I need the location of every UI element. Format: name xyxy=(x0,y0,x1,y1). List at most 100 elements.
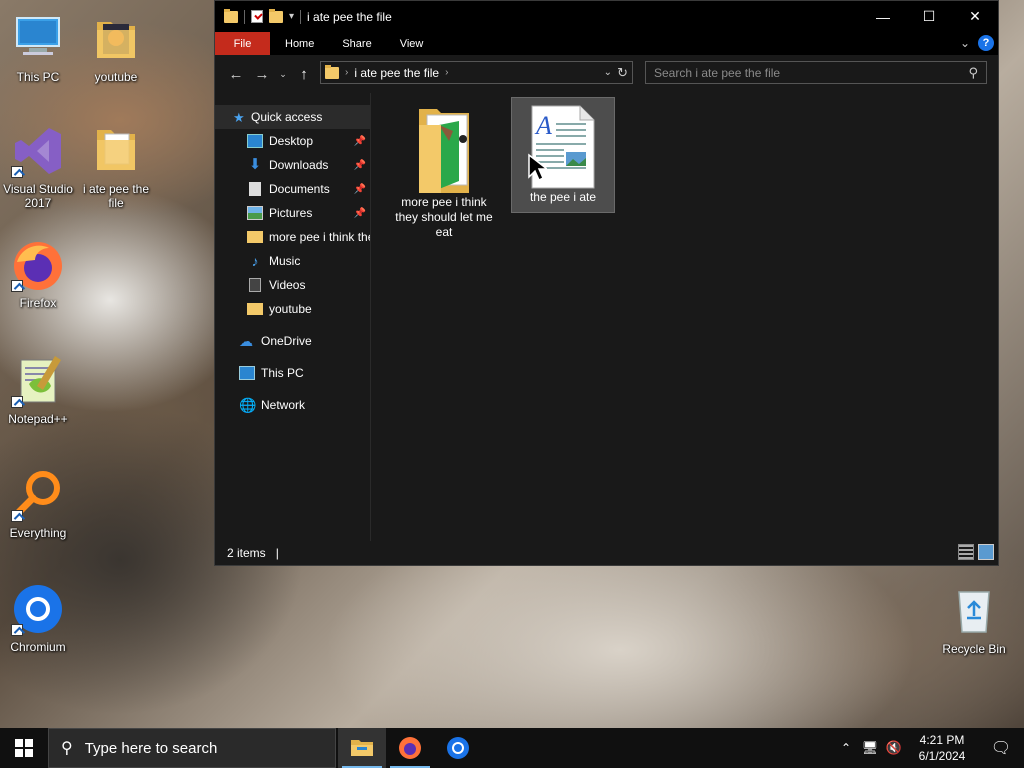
window-title: i ate pee the file xyxy=(307,9,392,24)
expand-ribbon-icon[interactable]: ⌄ xyxy=(960,36,970,50)
file-item-folder[interactable]: more pee i think they should let me eat xyxy=(392,105,496,240)
desktop-icon-this-pc[interactable]: This PC xyxy=(0,12,78,84)
properties-icon[interactable] xyxy=(251,10,263,23)
download-icon: ⬇ xyxy=(248,156,262,173)
address-path: i ate pee the file xyxy=(354,65,440,80)
desktop-icon-firefox[interactable]: Firefox xyxy=(0,238,78,310)
nav-item-documents[interactable]: Documents 📌 xyxy=(215,177,370,201)
recent-locations-icon[interactable]: ⌄ xyxy=(275,61,291,87)
nav-item-desktop[interactable]: Desktop 📌 xyxy=(215,129,370,153)
desktop-icon-youtube[interactable]: youtube xyxy=(76,12,156,84)
network-icon: 🌐 xyxy=(239,397,257,413)
desktop-icon-visual-studio[interactable]: Visual Studio 2017 xyxy=(0,124,78,210)
nav-item-videos[interactable]: Videos xyxy=(215,273,370,297)
tab-view[interactable]: View xyxy=(386,32,438,55)
taskbar-chromium[interactable] xyxy=(434,728,482,768)
notification-icon[interactable]: 🗨 xyxy=(978,738,1024,758)
search-box[interactable]: ⚲ xyxy=(645,61,987,84)
close-button[interactable]: ✕ xyxy=(952,1,998,32)
nav-item-pictures[interactable]: Pictures 📌 xyxy=(215,201,370,225)
desktop-icon-everything[interactable]: Everything xyxy=(0,468,78,540)
network-icon[interactable]: 🖥 xyxy=(858,740,882,756)
desktop-icon-notepadpp[interactable]: Notepad++ xyxy=(0,354,78,426)
ribbon-tabs: File Home Share View ⌄ ? xyxy=(215,32,998,55)
search-input[interactable] xyxy=(654,65,954,80)
address-bar[interactable]: › i ate pee the file › ⌄ ↻ xyxy=(320,61,633,84)
divider xyxy=(244,9,245,24)
minimize-button[interactable]: — xyxy=(860,1,906,32)
folder-icon xyxy=(89,124,143,178)
nav-label: more pee i think they should let me eat xyxy=(269,230,370,244)
shortcut-arrow-icon xyxy=(11,280,23,292)
visual-studio-icon xyxy=(11,124,65,178)
nav-label: Documents xyxy=(269,182,330,196)
clock[interactable]: 4:21 PM 6/1/2024 xyxy=(906,732,978,764)
folder-icon xyxy=(224,8,238,23)
maximize-button[interactable]: ☐ xyxy=(906,1,952,32)
details-view-icon[interactable] xyxy=(958,544,974,560)
magnifier-icon xyxy=(11,468,65,522)
desktop-icon-label: i ate pee the file xyxy=(82,182,150,210)
status-bar: 2 items | xyxy=(215,541,998,565)
nav-item-music[interactable]: ♪ Music xyxy=(215,249,370,273)
file-label: the pee i ate xyxy=(529,190,597,204)
shortcut-arrow-icon xyxy=(11,510,23,522)
taskbar-firefox[interactable] xyxy=(386,728,434,768)
refresh-icon[interactable]: ↻ xyxy=(617,65,628,81)
window-controls: — ☐ ✕ xyxy=(860,1,998,32)
start-button[interactable] xyxy=(0,728,48,768)
pin-icon: 📌 xyxy=(353,183,366,195)
tab-home[interactable]: Home xyxy=(270,32,328,55)
firefox-icon xyxy=(11,238,65,292)
desktop-icon-i-ate-pee-the-file[interactable]: i ate pee the file xyxy=(76,124,156,210)
desktop-icon-label: Chromium xyxy=(10,640,66,654)
folder-icon xyxy=(325,64,339,79)
nav-label: youtube xyxy=(269,302,312,316)
folder-icon xyxy=(247,231,263,243)
customize-toolbar-icon[interactable]: ▾ xyxy=(289,11,294,22)
volume-muted-icon[interactable]: 🔇 xyxy=(882,740,906,756)
desktop-icon xyxy=(247,134,263,148)
forward-button[interactable]: → xyxy=(249,61,275,87)
text-cursor: | xyxy=(275,546,279,560)
pin-icon: 📌 xyxy=(353,159,366,171)
desktop-icon-recycle-bin[interactable]: Recycle Bin xyxy=(934,584,1014,656)
desktop-icon-label: Firefox xyxy=(19,296,57,310)
chevron-up-icon[interactable]: ⌃ xyxy=(834,741,858,755)
chevron-right-icon[interactable]: › xyxy=(445,67,448,78)
taskbar-search-placeholder: Type here to search xyxy=(84,739,218,757)
nav-item-onedrive[interactable]: ☁ OneDrive xyxy=(215,329,370,353)
back-button[interactable]: ← xyxy=(223,61,249,87)
explorer-window: ▾ i ate pee the file — ☐ ✕ File Home Sha… xyxy=(214,0,999,566)
file-label: more pee i think they should let me eat xyxy=(395,195,493,239)
new-folder-icon[interactable] xyxy=(269,8,283,23)
help-icon[interactable]: ? xyxy=(978,35,994,51)
shortcut-arrow-icon xyxy=(11,624,23,636)
system-tray: ⌃ 🖥 🔇 4:21 PM 6/1/2024 🗨 xyxy=(834,728,1024,768)
desktop-icon-chromium[interactable]: Chromium xyxy=(0,582,78,654)
nav-item-youtube[interactable]: youtube xyxy=(215,297,370,321)
taskbar-search-box[interactable]: ⚲ Type here to search xyxy=(48,728,336,768)
tab-share[interactable]: Share xyxy=(328,32,385,55)
search-icon: ⚲ xyxy=(968,65,978,80)
up-button[interactable]: ↑ xyxy=(291,61,317,87)
taskbar-file-explorer[interactable] xyxy=(338,728,386,768)
folder-icon xyxy=(89,12,143,66)
nav-item-network[interactable]: 🌐 Network xyxy=(215,393,370,417)
large-icons-view-icon[interactable] xyxy=(978,544,994,560)
chromium-icon xyxy=(11,582,65,636)
folder-icon xyxy=(419,109,469,193)
desktop-icon-label: Notepad++ xyxy=(8,412,68,426)
nav-label: OneDrive xyxy=(261,334,312,348)
nav-item-quick-access[interactable]: ★ Quick access xyxy=(215,105,370,129)
nav-item-more-pee[interactable]: more pee i think they should let me eat xyxy=(215,225,370,249)
search-icon: ⚲ xyxy=(61,740,73,757)
folder-icon xyxy=(247,303,263,315)
nav-item-this-pc[interactable]: This PC xyxy=(215,361,370,385)
clock-time: 4:21 PM xyxy=(919,733,965,747)
nav-item-downloads[interactable]: ⬇ Downloads 📌 xyxy=(215,153,370,177)
chevron-down-icon[interactable]: ⌄ xyxy=(604,67,612,78)
nav-label: Network xyxy=(261,398,306,412)
nav-label: Desktop xyxy=(269,134,314,148)
tab-file[interactable]: File xyxy=(215,32,270,55)
